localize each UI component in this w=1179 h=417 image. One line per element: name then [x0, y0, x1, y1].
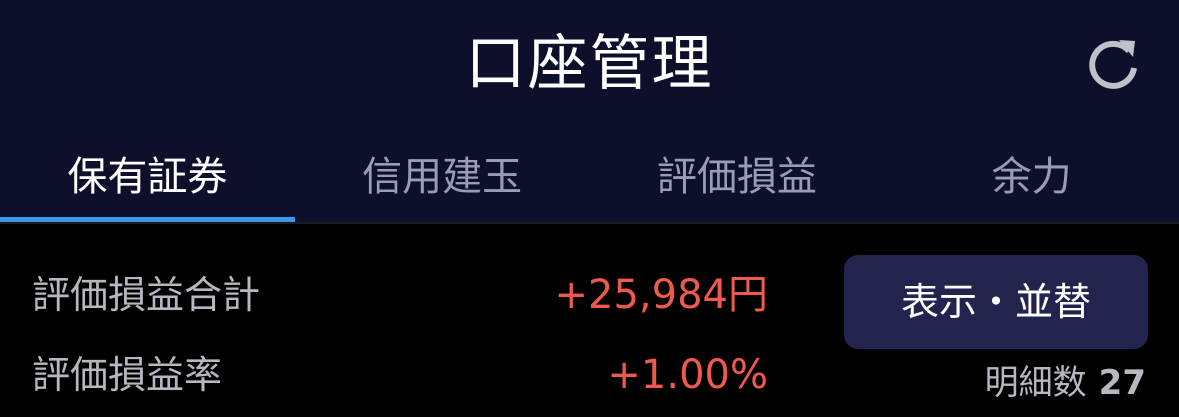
tab-margin-positions[interactable]: 信用建玉 [295, 140, 590, 222]
tab-label: 評価損益 [656, 154, 817, 200]
account-management-screen: 口座管理 保有証券 信用建玉 評価損益 余力 評価損益合計 +25,984円 評… [0, 0, 1179, 417]
total-pl-label: 評価損益合計 [32, 273, 261, 317]
tab-holdings[interactable]: 保有証券 [0, 140, 295, 222]
tab-profit-loss[interactable]: 評価損益 [590, 140, 885, 222]
refresh-icon [1089, 40, 1137, 89]
pl-rate-label: 評価損益率 [32, 353, 223, 397]
header: 口座管理 保有証券 信用建玉 評価損益 余力 [0, 0, 1179, 222]
refresh-button[interactable] [1083, 34, 1143, 94]
divider [0, 222, 1179, 224]
page-title: 口座管理 [465, 29, 714, 99]
detail-count-value: 27 [1098, 363, 1146, 403]
total-pl-value: +25,984円 [554, 272, 768, 318]
detail-count: 明細数 27 [985, 358, 1146, 414]
tab-label: 余力 [991, 154, 1072, 200]
pl-rate-value: +1.00% [607, 352, 768, 398]
tab-label: 保有証券 [67, 154, 228, 200]
tab-bar: 保有証券 信用建玉 評価損益 余力 [0, 140, 1179, 222]
tab-label: 信用建玉 [362, 154, 523, 200]
detail-count-label: 明細数 [984, 363, 1087, 403]
tab-buying-power[interactable]: 余力 [884, 140, 1179, 222]
display-sort-button[interactable]: 表示・並替 [844, 255, 1148, 349]
